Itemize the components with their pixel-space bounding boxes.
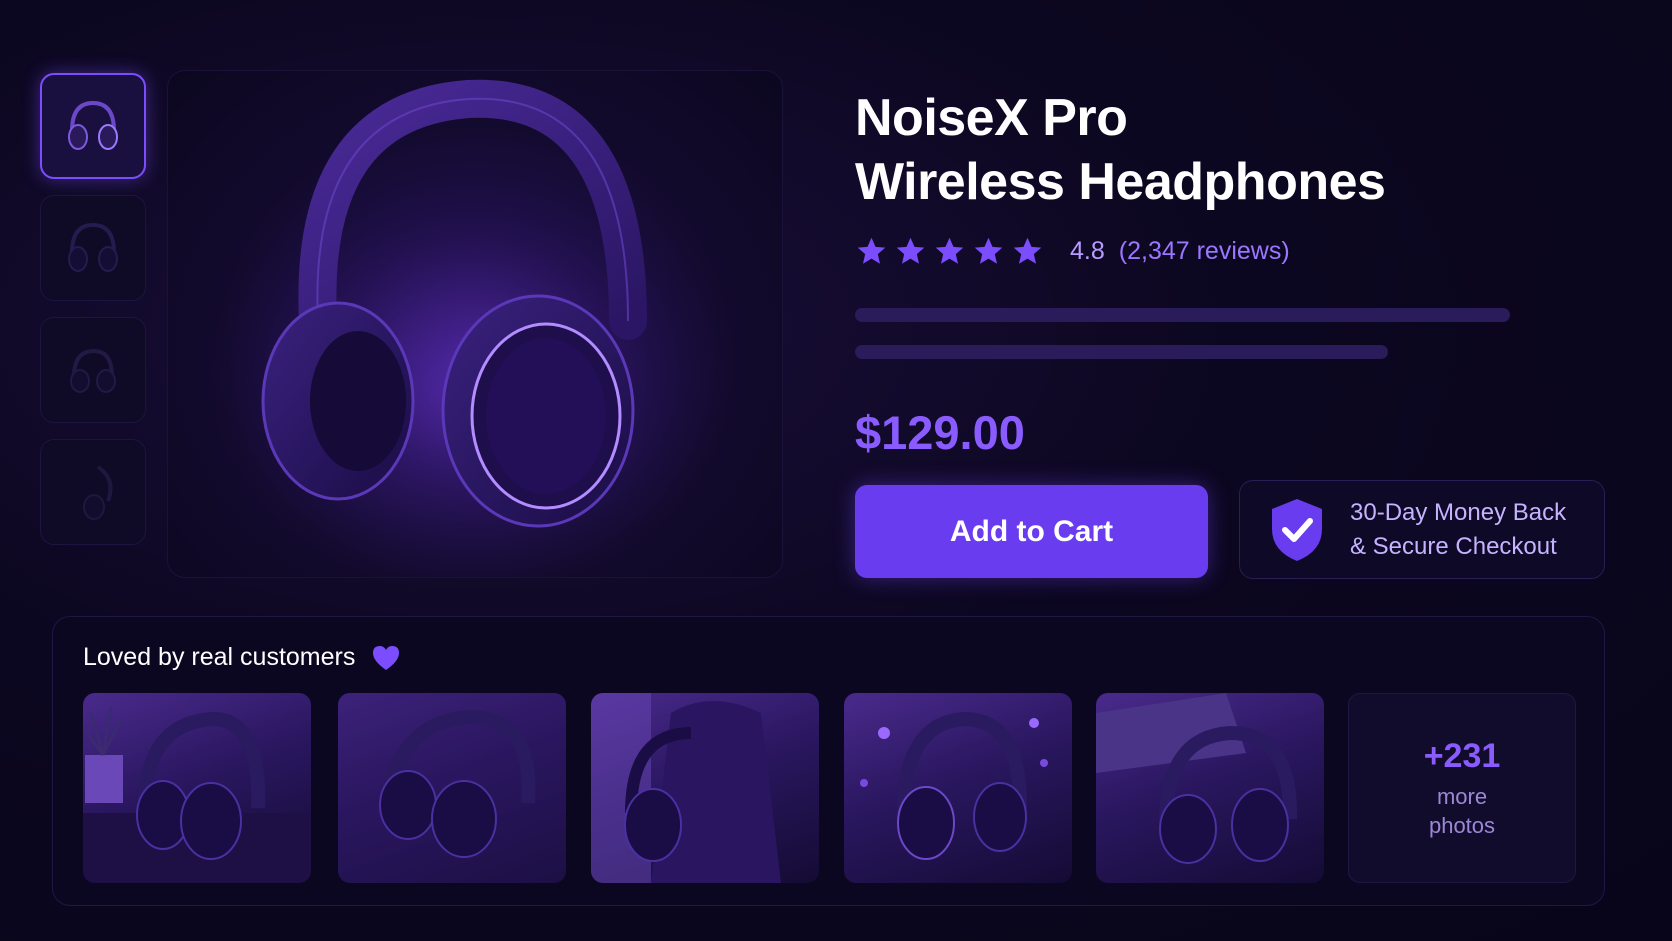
- review-count-link[interactable]: (2,347 reviews): [1119, 237, 1290, 266]
- headphones-photo-image: [1096, 693, 1298, 864]
- star-icon: [896, 237, 925, 264]
- customer-photo-3[interactable]: [591, 693, 819, 883]
- star-icon: [935, 237, 964, 264]
- headphones-product-image: [188, 79, 748, 577]
- add-to-cart-button[interactable]: Add to Cart: [855, 485, 1208, 578]
- headphones-thumb-icon: [68, 100, 118, 150]
- guarantee-text: 30-Day Money Back & Secure Checkout: [1350, 496, 1566, 564]
- headphones-side-thumb-icon: [83, 465, 113, 520]
- product-price: $129.00: [855, 406, 1025, 459]
- star-rating: [855, 235, 1044, 268]
- guarantee-badge: 30-Day Money Back & Secure Checkout: [1239, 480, 1605, 579]
- more-photos-tile[interactable]: +231 more photos: [1348, 693, 1576, 883]
- headphones-photo-image: [83, 706, 311, 883]
- rating-row: 4.8 (2,347 reviews): [855, 235, 1290, 268]
- product-title: NoiseX Pro Wireless Headphones: [855, 86, 1575, 214]
- customer-photo-2[interactable]: [338, 693, 566, 883]
- thumbnail-4[interactable]: [40, 439, 146, 545]
- customer-photo-4[interactable]: [844, 693, 1072, 883]
- thumbnail-strip: [40, 73, 146, 561]
- customer-photos-title: Loved by real customers: [83, 643, 356, 671]
- main-product-image[interactable]: [167, 70, 783, 578]
- customer-photo-5[interactable]: [1096, 693, 1324, 883]
- heart-icon: [373, 646, 400, 670]
- product-page: NoiseX Pro Wireless Headphones 4.8 (2,34…: [0, 0, 1672, 941]
- headphones-photo-image: [591, 693, 781, 883]
- headphones-photo-image: [338, 693, 566, 883]
- rating-value: 4.8: [1070, 237, 1105, 265]
- star-icon: [974, 237, 1003, 264]
- headphones-thumb-icon: [68, 222, 118, 272]
- star-icon: [1013, 237, 1042, 264]
- guarantee-line1: 30-Day Money Back: [1350, 498, 1567, 526]
- thumbnail-1[interactable]: [40, 73, 146, 179]
- customer-photos-panel: Loved by real customers +231 more photos: [52, 616, 1605, 906]
- customer-photos-heading: Loved by real customers: [83, 643, 401, 672]
- thumbnail-3[interactable]: [40, 317, 146, 423]
- star-icon: [857, 237, 886, 264]
- product-title-line1: NoiseX Pro: [855, 89, 1128, 147]
- headphones-thumb-icon: [70, 348, 116, 393]
- more-photos-count: +231: [1423, 736, 1501, 775]
- thumbnail-2[interactable]: [40, 195, 146, 301]
- more-photos-label-line2: photos: [1428, 812, 1496, 838]
- headphones-photo-image: [860, 711, 1048, 860]
- guarantee-line2: & Secure Checkout: [1350, 532, 1557, 560]
- description-placeholder-line-1: [855, 308, 1510, 322]
- description-placeholder-line-2: [855, 345, 1388, 359]
- product-title-line2: Wireless Headphones: [855, 153, 1386, 211]
- more-photos-label-line1: more: [1436, 783, 1488, 809]
- customer-photo-1[interactable]: [83, 693, 311, 883]
- shield-check-icon: [1272, 498, 1322, 561]
